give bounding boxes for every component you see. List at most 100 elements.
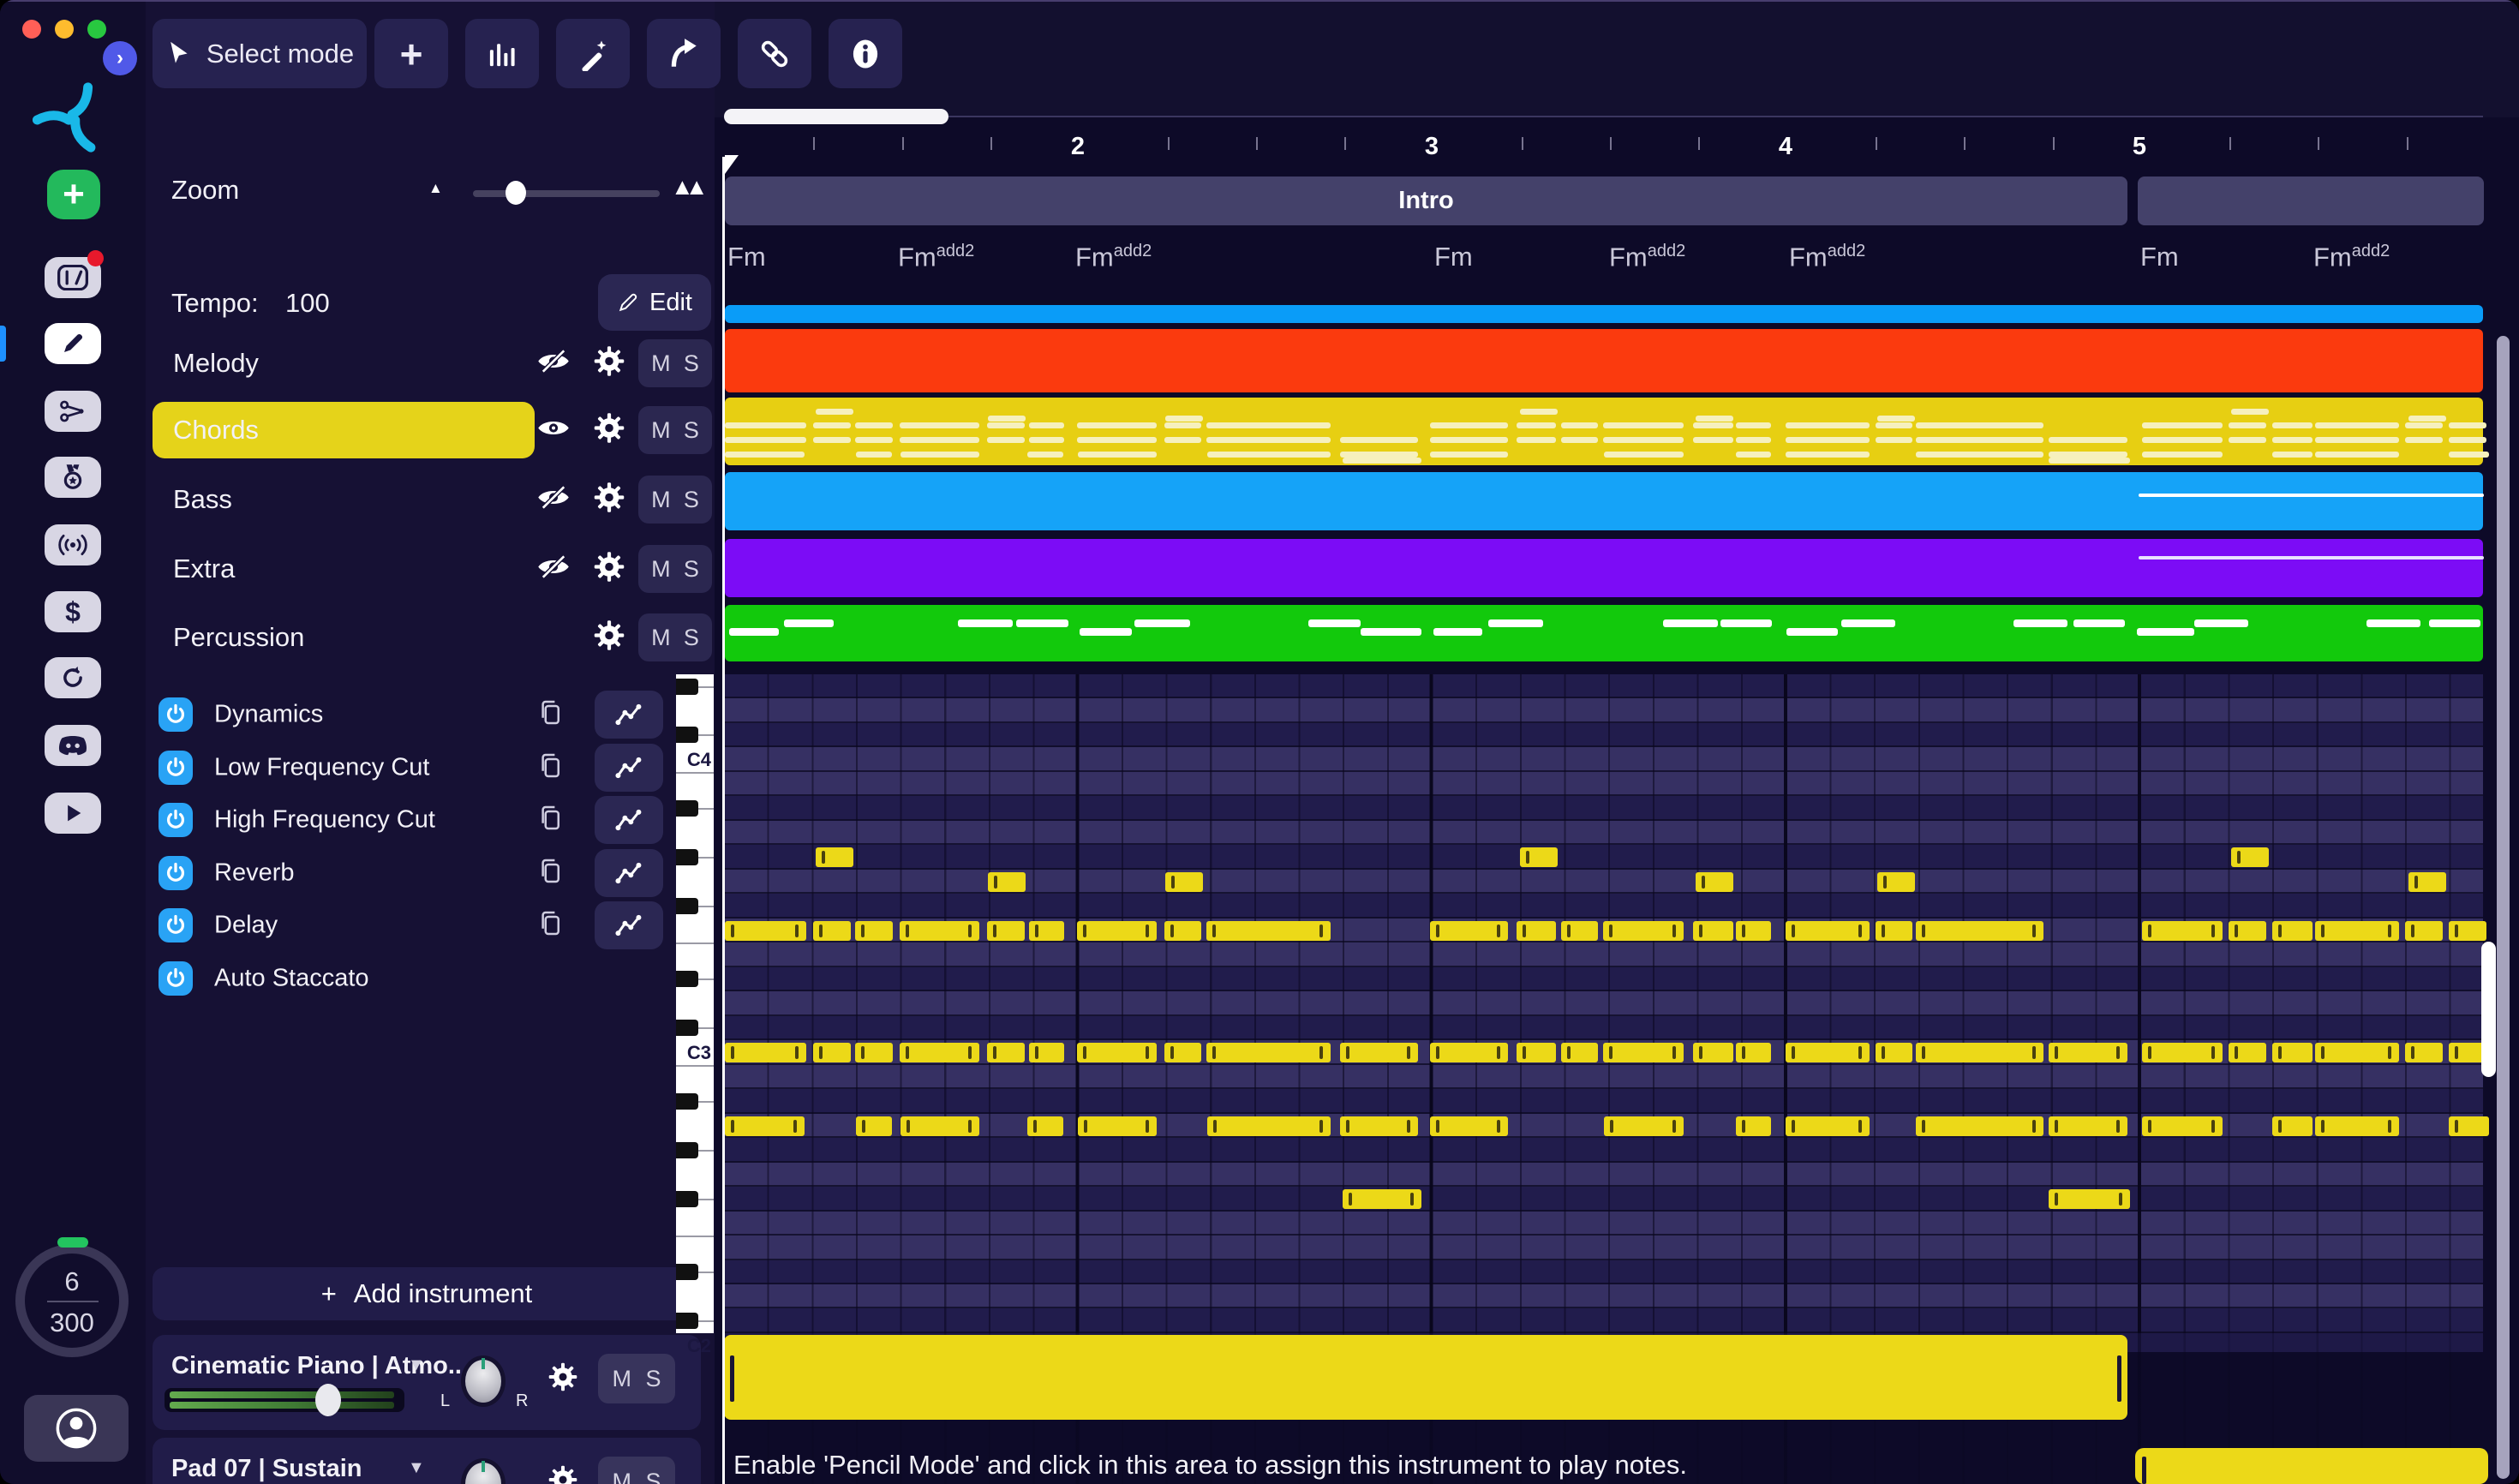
sidebar-item-split[interactable] (45, 391, 101, 432)
midi-note[interactable] (1206, 920, 1331, 941)
midi-note[interactable] (1786, 1116, 1870, 1136)
sidebar-item-play[interactable] (45, 793, 101, 834)
horizontal-scrollbar-track[interactable] (948, 116, 2483, 117)
midi-note[interactable] (900, 1116, 979, 1136)
track-settings-button[interactable] (594, 482, 625, 518)
track-settings-button[interactable] (594, 346, 625, 381)
effect-curve-button[interactable] (595, 743, 663, 792)
sidebar-item-pencil[interactable] (45, 323, 101, 364)
midi-note[interactable] (2272, 920, 2313, 941)
track-select-percussion[interactable]: Percussion (153, 609, 535, 666)
midi-note[interactable] (1207, 1116, 1331, 1136)
chevron-down-icon[interactable]: ▼ (408, 1355, 425, 1375)
mute-button[interactable]: M (651, 625, 671, 651)
midi-note[interactable] (1520, 847, 1558, 868)
midi-note[interactable] (1078, 1116, 1157, 1136)
effect-curve-button[interactable] (595, 848, 663, 897)
midi-note[interactable] (988, 871, 1026, 892)
midi-note[interactable] (1876, 1043, 1912, 1063)
window-close-button[interactable] (22, 20, 41, 39)
midi-note[interactable] (900, 920, 979, 941)
pad-instrument-region-note[interactable] (2135, 1448, 2488, 1484)
midi-note[interactable] (1343, 1189, 1421, 1210)
midi-note[interactable] (1206, 1043, 1331, 1063)
info-button[interactable] (829, 19, 902, 88)
midi-note[interactable] (1561, 920, 1598, 941)
solo-button[interactable]: S (684, 556, 699, 583)
sidebar-item-dollar[interactable]: $ (45, 591, 101, 632)
midi-note[interactable] (987, 920, 1025, 941)
black-key[interactable] (676, 727, 698, 744)
pan-knob[interactable] (461, 1458, 506, 1484)
midi-note[interactable] (856, 1116, 892, 1136)
mute-button[interactable]: M (612, 1366, 631, 1392)
sidebar-item-discord[interactable] (45, 725, 101, 766)
midi-note[interactable] (1430, 920, 1508, 941)
midi-note[interactable] (2272, 1116, 2313, 1136)
instrument-name[interactable]: Pad 07 | Sustain (171, 1455, 362, 1483)
pan-knob[interactable] (461, 1355, 506, 1407)
midi-note[interactable] (855, 1043, 893, 1063)
tempo-edit-button[interactable]: Edit (598, 274, 711, 331)
section-unlabeled[interactable] (2138, 177, 2484, 225)
midi-note[interactable] (2049, 1116, 2127, 1136)
solo-button[interactable]: S (684, 417, 699, 444)
zoom-slider[interactable] (473, 190, 660, 197)
track-select-melody[interactable]: Melody (153, 335, 535, 392)
midi-note[interactable] (1340, 1043, 1418, 1063)
black-key[interactable] (676, 678, 698, 695)
effect-curve-button[interactable] (595, 901, 663, 949)
track-settings-button[interactable] (594, 620, 625, 655)
midi-note[interactable] (2405, 1043, 2443, 1063)
midi-note[interactable] (2229, 920, 2266, 941)
midi-note[interactable] (1077, 1043, 1157, 1063)
midi-note[interactable] (2231, 847, 2269, 868)
midi-note[interactable] (1517, 920, 1556, 941)
midi-note[interactable] (2449, 920, 2486, 941)
solo-button[interactable]: S (684, 625, 699, 651)
mute-button[interactable]: M (612, 1469, 631, 1484)
midi-note[interactable] (2142, 1043, 2223, 1063)
sidebar-item-broadcast[interactable] (45, 524, 101, 565)
instrument-settings-button[interactable] (548, 1362, 577, 1396)
black-key[interactable] (676, 848, 698, 865)
tempo-strip[interactable] (725, 305, 2483, 323)
volume-knob[interactable] (315, 1384, 341, 1416)
effect-power-button[interactable] (159, 855, 193, 890)
track-select-bass[interactable]: Bass (153, 471, 535, 528)
bass-lane[interactable] (725, 472, 2484, 530)
midi-note[interactable] (2408, 871, 2446, 892)
midi-note[interactable] (1029, 920, 1064, 941)
mute-button[interactable]: M (651, 556, 671, 583)
midi-note[interactable] (1916, 1043, 2043, 1063)
mute-button[interactable]: M (651, 417, 671, 444)
solo-button[interactable]: S (684, 350, 699, 377)
midi-note[interactable] (900, 1043, 979, 1063)
black-key[interactable] (676, 1020, 698, 1037)
sidebar-item-medal[interactable] (45, 457, 101, 498)
midi-note[interactable] (2049, 1189, 2130, 1210)
midi-note[interactable] (816, 847, 853, 868)
account-button[interactable] (24, 1395, 129, 1462)
black-key[interactable] (676, 799, 698, 817)
midi-note[interactable] (725, 920, 806, 941)
midi-note[interactable] (1029, 1043, 1064, 1063)
effect-power-button[interactable] (159, 908, 193, 942)
effect-copy-button[interactable] (538, 698, 564, 732)
black-key[interactable] (676, 1190, 698, 1207)
effect-power-button[interactable] (159, 960, 193, 996)
effect-copy-button[interactable] (538, 751, 564, 784)
add-button[interactable]: + (374, 19, 448, 88)
midi-note[interactable] (1561, 1043, 1598, 1063)
midi-note[interactable] (1736, 1043, 1771, 1063)
melody-lane[interactable] (725, 329, 2483, 392)
midi-note[interactable] (1693, 920, 1733, 941)
midi-note[interactable] (987, 1043, 1025, 1063)
effect-power-button[interactable] (159, 697, 193, 732)
black-key[interactable] (676, 1141, 698, 1158)
midi-note[interactable] (1916, 920, 2043, 941)
mute-button[interactable]: M (651, 350, 671, 377)
track-settings-button[interactable] (594, 413, 625, 448)
black-key[interactable] (676, 1092, 698, 1110)
midi-note[interactable] (1603, 1043, 1684, 1063)
